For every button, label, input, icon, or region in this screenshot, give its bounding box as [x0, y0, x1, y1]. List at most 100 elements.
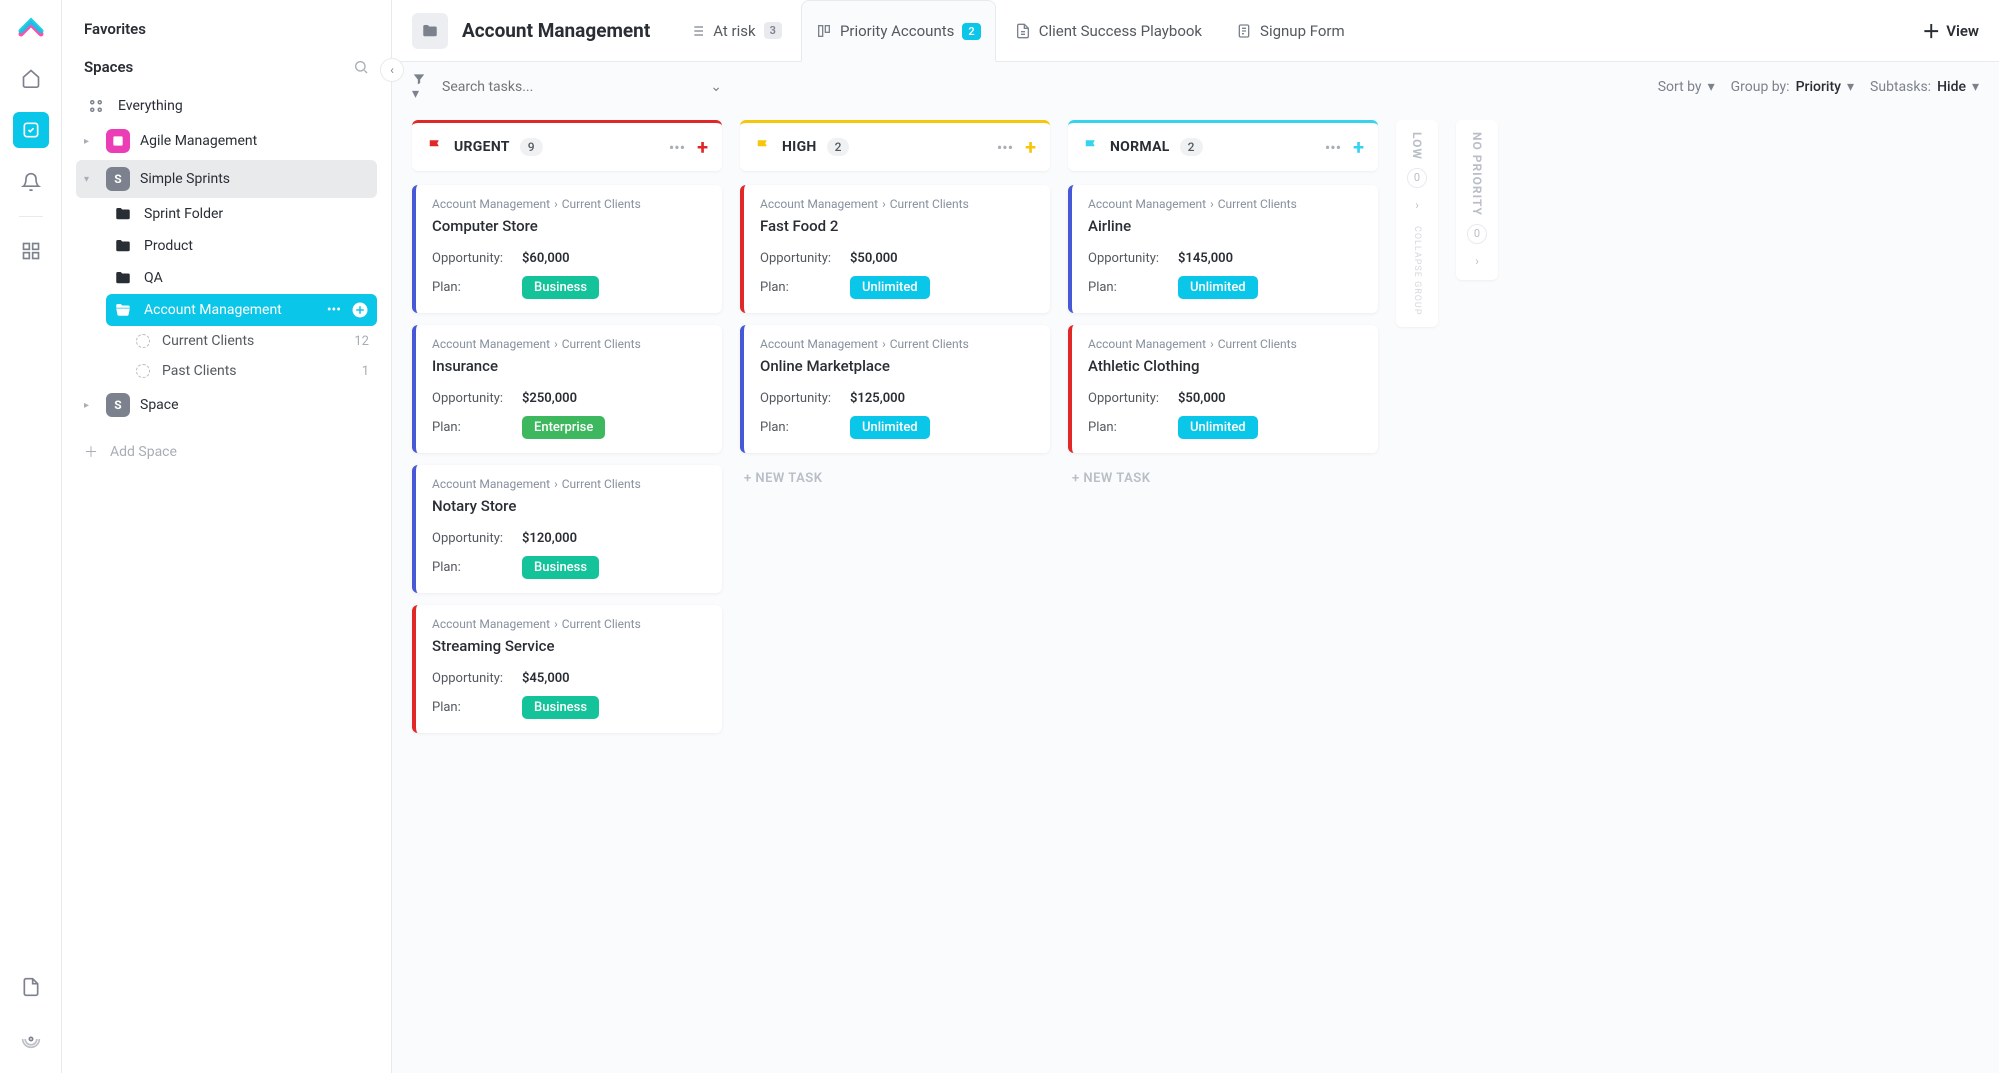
add-task-icon[interactable]: + — [1353, 135, 1364, 159]
task-card[interactable]: Account Management›Current Clients Onlin… — [740, 325, 1050, 453]
folder-product[interactable]: Product — [106, 230, 377, 262]
column-title: NO PRIORITY — [1470, 132, 1484, 216]
app-logo[interactable] — [15, 12, 47, 44]
column-title: URGENT — [454, 139, 510, 155]
task-card[interactable]: Account Management›Current Clients Notar… — [412, 465, 722, 593]
card-title: Computer Store — [432, 217, 706, 235]
breadcrumb: Account Management›Current Clients — [432, 197, 706, 211]
breadcrumb: Account Management›Current Clients — [432, 477, 706, 491]
list-dot-icon — [136, 364, 150, 378]
plan-badge: Business — [522, 556, 599, 579]
flag-icon — [426, 138, 444, 156]
list-past-clients[interactable]: Past Clients1 — [128, 356, 377, 386]
tab-client-success[interactable]: Client Success Playbook — [1000, 0, 1217, 62]
space-avatar — [106, 129, 130, 153]
list-dot-icon — [136, 334, 150, 348]
column-count: 9 — [520, 138, 543, 156]
chevron-right-icon: › — [1415, 198, 1419, 212]
task-card[interactable]: Account Management›Current Clients Fast … — [740, 185, 1050, 313]
column-header: HIGH 2 ••• + — [740, 120, 1050, 171]
folder-account-management[interactable]: Account Management ••• — [106, 294, 377, 326]
collapsed-column[interactable]: NO PRIORITY 0 › — [1456, 120, 1498, 280]
new-task-button[interactable]: + NEW TASK — [740, 465, 1050, 492]
field-label: Opportunity: — [432, 391, 522, 406]
task-card[interactable]: Account Management›Current Clients Compu… — [412, 185, 722, 313]
add-view-button[interactable]: ＋ View — [1922, 18, 1979, 44]
chevron-down-icon[interactable]: ⌄ — [710, 79, 722, 95]
column-header: URGENT 9 ••• + — [412, 120, 722, 171]
more-icon[interactable]: ••• — [669, 138, 685, 157]
list-current-clients[interactable]: Current Clients12 — [128, 326, 377, 356]
space-label: Agile Management — [140, 133, 369, 149]
add-icon[interactable] — [351, 301, 369, 319]
more-icon[interactable]: ••• — [1325, 138, 1341, 157]
card-title: Athletic Clothing — [1088, 357, 1362, 375]
card-title: Online Marketplace — [760, 357, 1034, 375]
flag-icon — [1082, 138, 1100, 156]
collapsed-column[interactable]: LOW 0 › COLLAPSE GROUP — [1396, 120, 1438, 327]
add-task-icon[interactable]: + — [697, 135, 708, 159]
task-card[interactable]: Account Management›Current Clients Strea… — [412, 605, 722, 733]
more-icon[interactable]: ••• — [327, 302, 341, 318]
space-other[interactable]: ▸ S Space — [76, 386, 377, 424]
folder-icon — [114, 205, 134, 223]
tab-signup-form[interactable]: Signup Form — [1221, 0, 1360, 62]
plus-icon: ＋ — [84, 442, 98, 462]
field-label: Plan: — [760, 420, 850, 435]
pulse-icon[interactable] — [13, 1021, 49, 1057]
docs-icon[interactable] — [13, 969, 49, 1005]
field-label: Opportunity: — [760, 391, 850, 406]
field-label: Plan: — [432, 560, 522, 575]
main: ‹ Account Management At risk 3 Priority … — [392, 0, 1999, 1073]
add-space-button[interactable]: ＋ Add Space — [76, 432, 377, 472]
home-icon[interactable] — [13, 60, 49, 96]
card-title: Notary Store — [432, 497, 706, 515]
plan-badge: Unlimited — [850, 276, 930, 299]
chevron-right-icon: › — [1475, 254, 1479, 268]
field-label: Plan: — [432, 420, 522, 435]
folder-qa[interactable]: QA — [106, 262, 377, 294]
field-label: Opportunity: — [432, 531, 522, 546]
filter-icon[interactable]: ▾ — [412, 72, 426, 102]
tasks-icon[interactable] — [13, 112, 49, 148]
dashboards-icon[interactable] — [13, 233, 49, 269]
task-card[interactable]: Account Management›Current Clients Athle… — [1068, 325, 1378, 453]
subtasks-control[interactable]: Subtasks: Hide ▾ — [1870, 79, 1979, 95]
new-task-button[interactable]: + NEW TASK — [1068, 465, 1378, 492]
tab-at-risk[interactable]: At risk 3 — [674, 0, 797, 62]
opportunity-value: $60,000 — [522, 251, 570, 266]
sort-by-control[interactable]: Sort by ▾ — [1658, 79, 1715, 95]
add-task-icon[interactable]: + — [1025, 135, 1036, 159]
group-by-control[interactable]: Group by: Priority ▾ — [1731, 79, 1854, 95]
opportunity-value: $125,000 — [850, 391, 905, 406]
plan-badge: Unlimited — [1178, 276, 1258, 299]
caret-icon: ▸ — [84, 136, 96, 147]
tab-priority-accounts[interactable]: Priority Accounts 2 — [801, 0, 996, 62]
opportunity-value: $120,000 — [522, 531, 577, 546]
board-column: URGENT 9 ••• + Account Management›Curren… — [412, 120, 722, 745]
space-agile[interactable]: ▸ Agile Management — [76, 122, 377, 160]
plus-icon: ＋ — [1922, 18, 1940, 44]
folder-icon — [412, 13, 448, 49]
breadcrumb: Account Management›Current Clients — [432, 337, 706, 351]
notifications-icon[interactable] — [13, 164, 49, 200]
task-card[interactable]: Account Management›Current Clients Insur… — [412, 325, 722, 453]
task-card[interactable]: Account Management›Current Clients Airli… — [1068, 185, 1378, 313]
folder-sprint[interactable]: Sprint Folder — [106, 198, 377, 230]
field-label: Plan: — [760, 280, 850, 295]
field-label: Opportunity: — [760, 251, 850, 266]
space-simple-sprints[interactable]: ▾ S Simple Sprints — [76, 160, 377, 198]
search-icon[interactable] — [353, 59, 369, 75]
search-input[interactable] — [442, 79, 642, 95]
favorites-heading: Favorites — [76, 20, 377, 38]
everything-item[interactable]: Everything — [76, 90, 377, 122]
opportunity-value: $250,000 — [522, 391, 577, 406]
field-label: Plan: — [432, 700, 522, 715]
icon-rail — [0, 0, 62, 1073]
flag-icon — [754, 138, 772, 156]
collapse-sidebar-button[interactable]: ‹ — [380, 58, 404, 82]
list-icon — [689, 23, 705, 39]
folder-open-icon — [114, 301, 134, 319]
more-icon[interactable]: ••• — [997, 138, 1013, 157]
filter-bar: ▾ ⌄ Sort by ▾ Group by: Priority ▾ Subta… — [392, 62, 1999, 112]
